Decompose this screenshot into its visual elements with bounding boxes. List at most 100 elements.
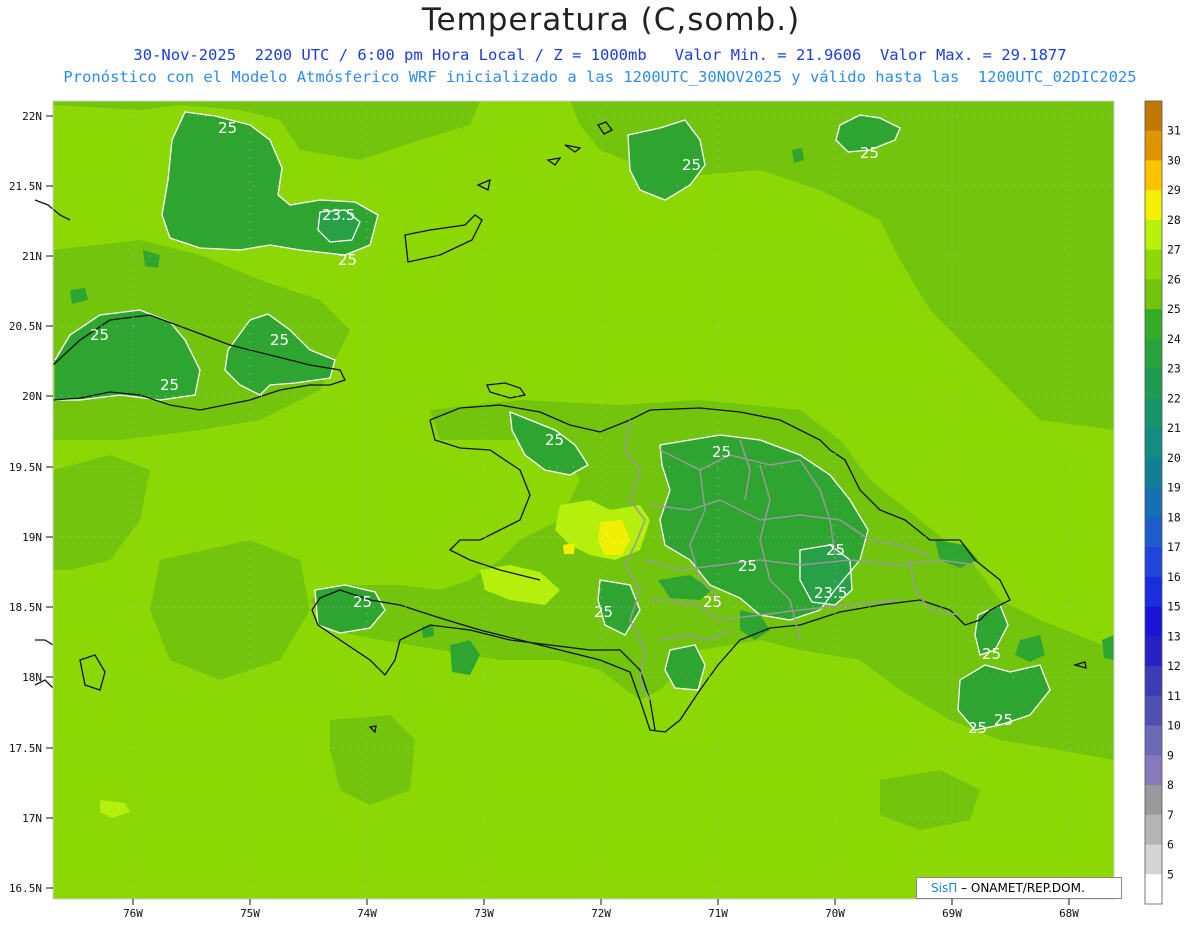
lat-tick-label: 16.5N [9,882,42,895]
legend-level-label: 11 [1167,689,1181,703]
legend-level-label: 8 [1167,778,1174,792]
contour-label: 25 [353,593,372,611]
contour-label: 25 [738,557,757,575]
contour-label: 25 [338,251,357,269]
legend-swatch [1145,279,1162,310]
legend-level-label: 28 [1167,213,1181,227]
contour-label: 23.5 [814,584,847,602]
legend-level-label: 7 [1167,808,1174,822]
legend-swatch [1145,130,1162,161]
latitude-axis: 22N 21.5N 21N 20.5N 20N 19.5N 19N 18.5N … [9,110,53,895]
contour-label: 25 [968,719,987,737]
legend-level-label: 27 [1167,243,1181,257]
contour-label: 25 [218,119,237,137]
longitude-axis: 76W 75W 74W 73W 72W 71W 70W 69W 68W [123,899,1079,920]
legend-swatch [1145,844,1162,875]
legend-level-label: 13 [1167,629,1181,643]
lon-tick-label: 69W [942,907,962,920]
legend-swatch [1145,636,1162,667]
legend-swatch [1145,338,1162,370]
contour-label: 25 [703,593,722,611]
lat-tick-label: 17.5N [9,742,42,755]
credit-org: – ONAMET/REP.DOM. [961,881,1085,895]
legend-swatch [1145,666,1162,697]
legend-swatch [1145,219,1162,251]
contour-label: 25 [270,331,289,349]
legend-level-label: 29 [1167,183,1181,197]
legend-level-label: 16 [1167,570,1181,584]
legend-level-label: 21 [1167,421,1181,435]
lon-tick-label: 72W [591,907,611,920]
legend-swatch [1145,428,1162,459]
legend-swatch [1145,487,1162,518]
lat-tick-label: 20N [22,390,42,403]
contour-label: 25 [682,156,701,174]
contour-label: 25 [160,376,179,394]
legend-swatch [1145,725,1162,756]
legend-swatch [1145,785,1162,816]
legend-swatch [1145,547,1162,578]
legend-swatch [1145,160,1162,191]
legend-level-label: 10 [1167,719,1181,733]
lon-tick-label: 75W [240,907,260,920]
legend-swatch [1145,695,1162,727]
lat-tick-label: 21.5N [9,180,42,193]
lat-tick-label: 22N [22,110,42,123]
credit-box: SisΠ – ONAMET/REP.DOM. [916,877,1122,899]
legend-level-label: 25 [1167,302,1181,316]
legend-level-label: 19 [1167,481,1181,495]
legend-level-label: 22 [1167,391,1181,405]
legend-level-label: 6 [1167,838,1174,852]
contour-label: 25 [860,144,879,162]
contour-label: 25 [994,711,1013,729]
legend-level-label: 17 [1167,540,1181,554]
contour-label: 25 [712,443,731,461]
contour-label: 25 [545,431,564,449]
legend-swatch [1145,309,1162,340]
lon-tick-label: 74W [357,907,377,920]
legend-level-label: 24 [1167,332,1181,346]
temperature-map: 25 23.5 25 25 25 25 25 25 25 25 25 23.5 … [9,100,1181,920]
legend-level-label: 20 [1167,451,1181,465]
sispi-logo-text: SisΠ [931,881,958,895]
legend-swatch [1145,755,1162,786]
contour-label: 25 [982,645,1001,663]
contour-label: 25 [594,603,613,621]
lon-tick-label: 76W [123,907,143,920]
legend-swatch [1145,517,1162,548]
lat-tick-label: 18.5N [9,601,42,614]
legend-level-label: 23 [1167,362,1181,376]
contour-label: 25 [826,541,845,559]
lat-tick-label: 17N [22,812,42,825]
legend-level-label: 12 [1167,659,1181,673]
lon-tick-label: 71W [708,907,728,920]
legend-swatch [1145,398,1162,429]
legend-swatch [1145,814,1162,846]
contour-label: 23.5 [322,206,355,224]
legend-level-label: 5 [1167,867,1174,881]
legend-swatch [1145,606,1162,637]
legend-level-label: 18 [1167,510,1181,524]
color-scale-legend: 31 30 29 28 27 26 25 24 23 22 21 20 19 18 17 16 15 13 12 11… [1144,100,1181,905]
contour-label: 25 [90,326,109,344]
legend-swatch [1145,576,1162,608]
lat-tick-label: 18N [22,671,42,684]
lat-tick-label: 20.5N [9,320,42,333]
lat-tick-label: 21N [22,250,42,263]
legend-swatch [1145,101,1162,132]
legend-level-label: 30 [1167,153,1181,167]
lat-tick-label: 19.5N [9,461,42,474]
legend-swatch [1145,874,1162,904]
legend-level-label: 9 [1167,748,1174,762]
legend-level-label: 26 [1167,272,1181,286]
legend-swatch [1145,457,1162,489]
legend-level-label: 15 [1167,600,1181,614]
legend-swatch [1145,249,1162,280]
legend-level-label: 31 [1167,124,1181,138]
legend-swatch [1145,368,1162,399]
lon-tick-label: 70W [825,907,845,920]
lon-tick-label: 73W [474,907,494,920]
lon-tick-label: 68W [1059,907,1079,920]
legend-swatch [1145,190,1162,221]
lat-tick-label: 19N [22,531,42,544]
